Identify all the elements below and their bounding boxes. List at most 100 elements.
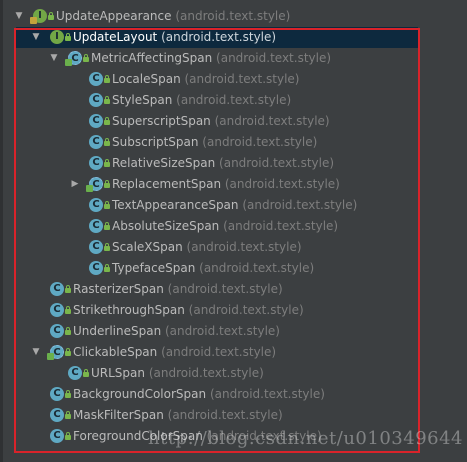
package-name: (android.text.style)	[215, 156, 335, 170]
package-name: (android.text.style)	[163, 282, 283, 296]
package-name: (android.text.style)	[180, 72, 300, 86]
public-access-icon	[104, 201, 110, 209]
tree-row[interactable]: C LocaleSpan (android.text.style)	[0, 69, 467, 90]
tree-row-label: BackgroundColorSpan (android.text.style)	[73, 387, 325, 401]
tree-row-label: UnderlineSpan (android.text.style)	[73, 324, 280, 338]
subtype-marker-icon	[30, 17, 37, 24]
interface-icon: I	[30, 8, 54, 24]
expand-arrow-down-icon[interactable]: ▼	[31, 32, 41, 42]
class-name: SuperscriptSpan	[112, 114, 211, 128]
package-name: (android.text.style)	[206, 387, 325, 401]
class-name: StyleSpan	[112, 93, 173, 107]
abstract-marker-icon	[65, 59, 72, 66]
tree-row-label: UpdateLayout (android.text.style)	[73, 30, 276, 44]
tree-row[interactable]: C UnderlineSpan (android.text.style)	[0, 321, 467, 342]
class-icon: C	[50, 386, 71, 402]
class-icon: C	[89, 92, 110, 108]
public-access-icon	[104, 138, 110, 146]
tree-row[interactable]: C StrikethroughSpan (android.text.style)	[0, 300, 467, 321]
abstract-marker-icon	[47, 353, 54, 360]
tree-row-label: RasterizerSpan (android.text.style)	[73, 282, 283, 296]
public-access-icon	[104, 117, 110, 125]
tree-row[interactable]: C RelativeSizeSpan (android.text.style)	[0, 153, 467, 174]
tree-row-label: MaskFilterSpan (android.text.style)	[73, 408, 283, 422]
public-access-icon	[104, 75, 110, 83]
public-access-icon	[65, 390, 71, 398]
package-name: (android.text.style)	[195, 261, 315, 275]
class-icon: C	[50, 323, 71, 339]
public-access-icon	[104, 243, 110, 251]
tree-row[interactable]: C BackgroundColorSpan (android.text.style…	[0, 384, 467, 405]
class-icon: C	[89, 134, 110, 150]
tree-row[interactable]: ▶ C ReplacementSpan (android.text.style)	[0, 174, 467, 195]
class-name: TypefaceSpan	[112, 261, 196, 275]
class-name: URLSpan	[91, 366, 145, 380]
public-access-icon	[104, 159, 110, 167]
package-name: (android.text.style)	[219, 219, 339, 233]
tree-row[interactable]: C StyleSpan (android.text.style)	[0, 90, 467, 111]
class-name: AbsoluteSizeSpan	[112, 219, 220, 233]
abstract-class-icon: C	[65, 50, 89, 66]
tree-row[interactable]: C SubscriptSpan (android.text.style)	[0, 132, 467, 153]
expand-arrow-down-icon[interactable]: ▼	[31, 347, 41, 357]
class-name: UpdateAppearance	[56, 9, 172, 23]
package-name: (android.text.style)	[163, 408, 283, 422]
class-icon: C	[89, 155, 110, 171]
tree-row[interactable]: ▼ I UpdateAppearance (android.text.style)	[0, 6, 467, 27]
class-icon: C	[89, 218, 110, 234]
class-name: RasterizerSpan	[73, 282, 164, 296]
tree-row[interactable]: ▼ C MetricAffectingSpan (android.text.styl…	[0, 48, 467, 69]
package-name: (android.text.style)	[198, 135, 318, 149]
class-name: UpdateLayout	[73, 30, 158, 44]
expand-arrow-right-icon[interactable]: ▶	[70, 179, 80, 189]
abstract-marker-icon	[86, 185, 93, 192]
package-name: (android.text.style)	[161, 324, 280, 338]
class-icon: C	[68, 365, 89, 381]
tree-row[interactable]: C MaskFilterSpan (android.text.style)	[0, 405, 467, 426]
class-name: ScaleXSpan	[112, 240, 183, 254]
tree-row-label: UpdateAppearance (android.text.style)	[56, 9, 290, 23]
public-access-icon	[65, 327, 71, 335]
package-name: (android.text.style)	[157, 30, 277, 44]
tree-row[interactable]: C ScaleXSpan (android.text.style)	[0, 237, 467, 258]
class-icon: C	[89, 113, 110, 129]
tree-row-label: TypefaceSpan (android.text.style)	[112, 261, 314, 275]
tree-row-label: AbsoluteSizeSpan (android.text.style)	[112, 219, 338, 233]
tree-row-label: SuperscriptSpan (android.text.style)	[112, 114, 330, 128]
tree-row-label: RelativeSizeSpan (android.text.style)	[112, 156, 334, 170]
public-access-icon	[48, 12, 54, 20]
package-name: (android.text.style)	[221, 177, 340, 191]
class-name: MetricAffectingSpan	[91, 51, 213, 65]
tree-row-label: StrikethroughSpan (android.text.style)	[73, 303, 304, 317]
class-name: BackgroundColorSpan	[73, 387, 207, 401]
watermark-text: http://blog.csdn.net/u010349644	[148, 428, 463, 449]
tree-row-label: TextAppearanceSpan (android.text.style)	[112, 198, 357, 212]
tree-row-label: StyleSpan (android.text.style)	[112, 93, 291, 107]
public-access-icon	[104, 96, 110, 104]
package-name: (android.text.style)	[238, 198, 358, 212]
public-access-icon	[104, 180, 110, 188]
tree-row[interactable]: C TypefaceSpan (android.text.style)	[0, 258, 467, 279]
type-hierarchy-tree[interactable]: ▼ I UpdateAppearance (android.text.style) ▼…	[0, 0, 467, 462]
package-name: (android.text.style)	[210, 114, 330, 128]
tree-row-label: ScaleXSpan (android.text.style)	[112, 240, 302, 254]
tree-row-label: LocaleSpan (android.text.style)	[112, 72, 300, 86]
tree-row[interactable]: C SuperscriptSpan (android.text.style)	[0, 111, 467, 132]
package-name: (android.text.style)	[182, 240, 302, 254]
tree-row-label: ReplacementSpan (android.text.style)	[112, 177, 340, 191]
expand-arrow-down-icon[interactable]: ▼	[49, 53, 59, 63]
tree-row[interactable]: C TextAppearanceSpan (android.text.style)	[0, 195, 467, 216]
public-access-icon	[65, 432, 71, 440]
tree-row[interactable]: C RasterizerSpan (android.text.style)	[0, 279, 467, 300]
interface-icon: I	[50, 29, 71, 45]
class-name: ReplacementSpan	[112, 177, 222, 191]
expand-arrow-down-icon[interactable]: ▼	[14, 11, 24, 21]
class-icon: C	[89, 197, 110, 213]
class-name: SubscriptSpan	[112, 135, 199, 149]
tree-row[interactable]: ▼ C ClickableSpan (android.text.style)	[0, 342, 467, 363]
tree-row[interactable]: C AbsoluteSizeSpan (android.text.style)	[0, 216, 467, 237]
class-name: UnderlineSpan	[73, 324, 162, 338]
class-icon: C	[50, 281, 71, 297]
tree-row[interactable]: ▼ I UpdateLayout (android.text.style)	[16, 27, 418, 48]
tree-row[interactable]: C URLSpan (android.text.style)	[0, 363, 467, 384]
